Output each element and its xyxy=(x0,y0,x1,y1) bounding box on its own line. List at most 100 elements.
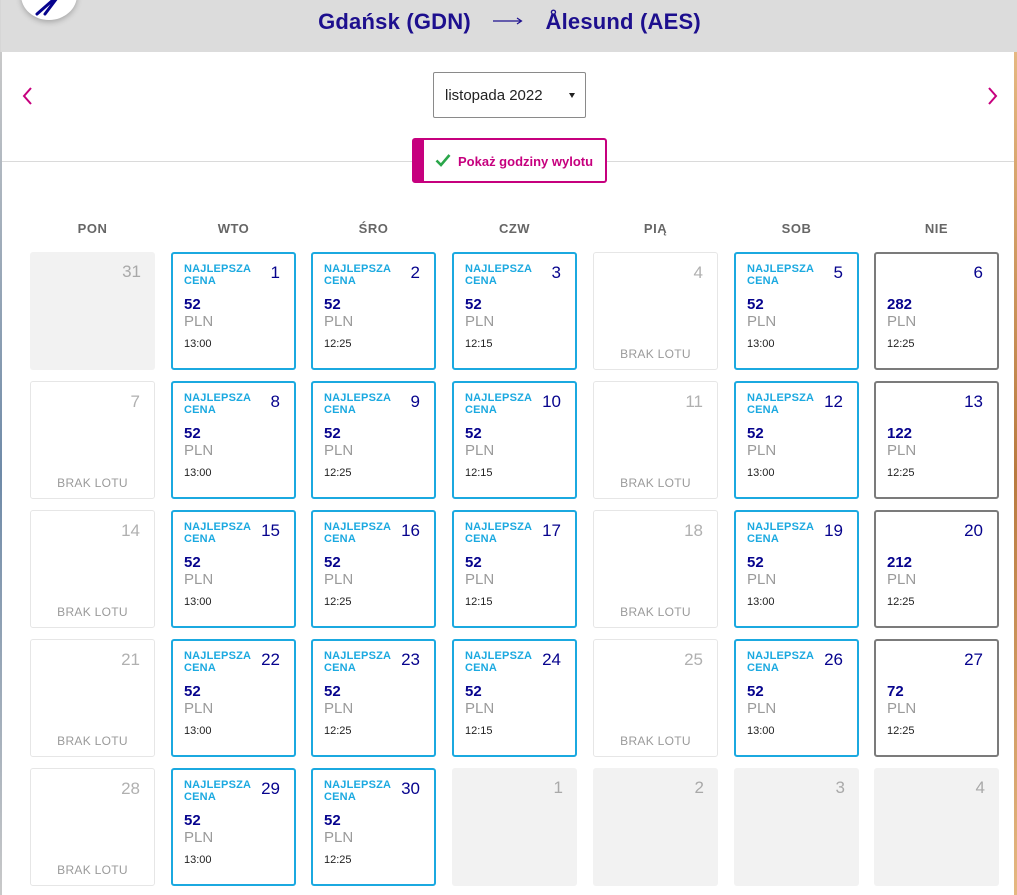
day-number: 4 xyxy=(975,778,985,797)
calendar-day-cell: 11 BRAK LOTU xyxy=(593,381,718,499)
day-number: 1 xyxy=(270,263,280,282)
fare-price: 52 xyxy=(465,296,482,313)
departure-time: 13:00 xyxy=(184,596,212,608)
fare-price: 52 xyxy=(184,296,201,313)
calendar-day-cell[interactable]: 6 282 PLN 12:25 xyxy=(874,252,999,370)
calendar-day-cell[interactable]: 15 NAJLEPSZA CENA 52 PLN 13:00 xyxy=(171,510,296,628)
weekday-label: ŚRO xyxy=(358,221,389,236)
day-number: 3 xyxy=(551,263,561,282)
no-flight-label: BRAK LOTU xyxy=(620,605,691,619)
day-number: 17 xyxy=(542,521,561,540)
fare-currency: PLN xyxy=(324,571,354,588)
day-number: 18 xyxy=(684,521,703,540)
departure-time: 12:25 xyxy=(324,725,352,737)
fare-price: 212 xyxy=(887,554,913,571)
day-number: 11 xyxy=(685,392,703,411)
weekday-label: PON xyxy=(77,221,108,236)
fare-price: 52 xyxy=(324,554,341,571)
day-number: 31 xyxy=(122,262,141,281)
calendar-day-cell[interactable]: 1 NAJLEPSZA CENA 52 PLN 13:00 xyxy=(171,252,296,370)
best-price-badge: NAJLEPSZA CENA xyxy=(184,650,251,674)
calendar-day-cell[interactable]: 3 NAJLEPSZA CENA 52 PLN 12:15 xyxy=(452,252,577,370)
calendar-day-cell[interactable]: 20 212 PLN 12:25 xyxy=(874,510,999,628)
calendar-day-cell[interactable]: 23 NAJLEPSZA CENA 52 PLN 12:25 xyxy=(311,639,436,757)
calendar-day-cell[interactable]: 17 NAJLEPSZA CENA 52 PLN 12:15 xyxy=(452,510,577,628)
no-flight-label: BRAK LOTU xyxy=(620,476,691,490)
fare-price: 52 xyxy=(465,683,482,700)
no-flight-label: BRAK LOTU xyxy=(620,347,691,361)
fare-currency: PLN xyxy=(747,571,777,588)
calendar-day-cell[interactable]: 19 NAJLEPSZA CENA 52 PLN 13:00 xyxy=(734,510,859,628)
no-flight-label: BRAK LOTU xyxy=(57,863,128,877)
month-select[interactable]: listopada 2022 xyxy=(433,72,586,118)
fare-currency: PLN xyxy=(184,571,214,588)
day-number: 5 xyxy=(833,263,843,282)
day-number: 8 xyxy=(270,392,280,411)
show-departure-times-toggle[interactable]: Pokaż godziny wylotu xyxy=(412,138,607,183)
calendar-day-cell[interactable]: 29 NAJLEPSZA CENA 52 PLN 13:00 xyxy=(171,768,296,886)
day-number: 29 xyxy=(261,779,280,798)
best-price-badge: NAJLEPSZA CENA xyxy=(324,521,391,545)
best-price-badge: NAJLEPSZA CENA xyxy=(747,650,814,674)
calendar-day-cell: 14 BRAK LOTU xyxy=(30,510,155,628)
departure-time: 12:15 xyxy=(465,467,493,479)
calendar-day-cell[interactable]: 22 NAJLEPSZA CENA 52 PLN 13:00 xyxy=(171,639,296,757)
calendar-day-cell[interactable]: 5 NAJLEPSZA CENA 52 PLN 13:00 xyxy=(734,252,859,370)
day-number: 23 xyxy=(401,650,420,669)
background-edge xyxy=(0,52,2,895)
day-number: 28 xyxy=(121,779,140,798)
calendar-day-cell[interactable]: 10 NAJLEPSZA CENA 52 PLN 12:15 xyxy=(452,381,577,499)
best-price-badge: NAJLEPSZA CENA xyxy=(184,521,251,545)
weekday-label: SOB xyxy=(781,221,812,236)
origin-label: Gdańsk (GDN) xyxy=(318,9,471,35)
calendar-day-cell[interactable]: 13 122 PLN 12:25 xyxy=(874,381,999,499)
best-price-badge: NAJLEPSZA CENA xyxy=(324,650,391,674)
calendar-day-cell[interactable]: 27 72 PLN 12:25 xyxy=(874,639,999,757)
calendar-day-cell[interactable]: 16 NAJLEPSZA CENA 52 PLN 12:25 xyxy=(311,510,436,628)
calendar-day-cell[interactable]: 9 NAJLEPSZA CENA 52 PLN 12:25 xyxy=(311,381,436,499)
fare-currency: PLN xyxy=(747,700,777,717)
day-number: 21 xyxy=(121,650,140,669)
departure-time: 13:00 xyxy=(184,338,212,350)
calendar-day-cell: 2 xyxy=(593,768,718,886)
route-title: Gdańsk (GDN) Ålesund (AES) xyxy=(1,8,1017,35)
calendar-day-cell: 31 xyxy=(30,252,155,370)
calendar-day-cell[interactable]: 8 NAJLEPSZA CENA 52 PLN 13:00 xyxy=(171,381,296,499)
calendar-day-cell: 3 xyxy=(734,768,859,886)
fare-currency: PLN xyxy=(465,700,495,717)
day-number: 9 xyxy=(410,392,420,411)
fare-price: 52 xyxy=(747,425,764,442)
day-number: 6 xyxy=(973,263,983,282)
calendar-day-cell[interactable]: 30 NAJLEPSZA CENA 52 PLN 12:25 xyxy=(311,768,436,886)
best-price-badge: NAJLEPSZA CENA xyxy=(747,521,814,545)
departure-time: 13:00 xyxy=(747,725,775,737)
calendar-day-cell[interactable]: 12 NAJLEPSZA CENA 52 PLN 13:00 xyxy=(734,381,859,499)
best-price-badge: NAJLEPSZA CENA xyxy=(324,263,391,287)
caret-down-icon xyxy=(569,93,575,98)
day-number: 10 xyxy=(542,392,561,411)
day-number: 26 xyxy=(824,650,843,669)
day-number: 30 xyxy=(401,779,420,798)
fare-price: 282 xyxy=(887,296,913,313)
departure-time: 12:15 xyxy=(465,596,493,608)
fare-currency: PLN xyxy=(887,313,917,330)
best-price-badge: NAJLEPSZA CENA xyxy=(465,521,532,545)
departure-time: 13:00 xyxy=(747,596,775,608)
fare-currency: PLN xyxy=(184,700,214,717)
day-number: 7 xyxy=(130,392,140,411)
fare-currency: PLN xyxy=(465,313,495,330)
calendar-day-cell[interactable]: 24 NAJLEPSZA CENA 52 PLN 12:15 xyxy=(452,639,577,757)
calendar-day-cell: 4 BRAK LOTU xyxy=(593,252,718,370)
best-price-badge: NAJLEPSZA CENA xyxy=(184,779,251,803)
departure-time: 13:00 xyxy=(184,854,212,866)
departure-time: 12:25 xyxy=(887,596,915,608)
previous-month-button[interactable] xyxy=(16,84,40,108)
next-month-button[interactable] xyxy=(980,84,1004,108)
day-number: 4 xyxy=(693,263,703,282)
departure-time: 13:00 xyxy=(747,467,775,479)
calendar-day-cell[interactable]: 2 NAJLEPSZA CENA 52 PLN 12:25 xyxy=(311,252,436,370)
departure-time: 13:00 xyxy=(747,338,775,350)
day-number: 15 xyxy=(261,521,280,540)
calendar-day-cell[interactable]: 26 NAJLEPSZA CENA 52 PLN 13:00 xyxy=(734,639,859,757)
day-number: 16 xyxy=(401,521,420,540)
